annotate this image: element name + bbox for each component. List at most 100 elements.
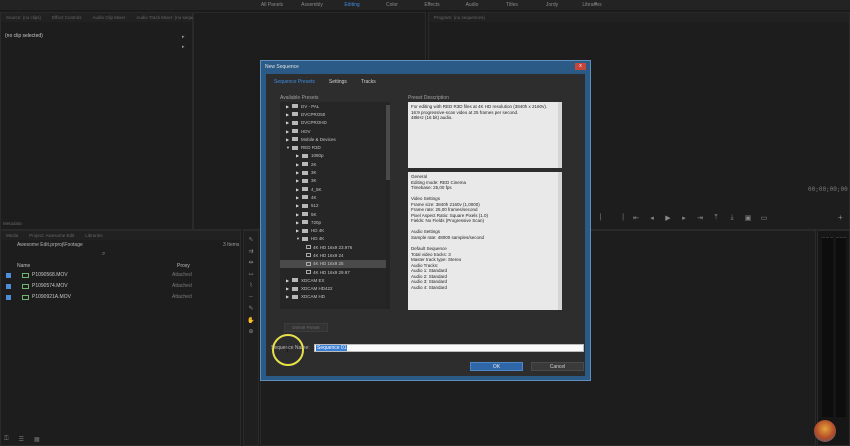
list-view-icon[interactable]: ☰ — [19, 436, 24, 446]
preset-folder[interactable]: ▶ DV - PAL — [280, 102, 386, 110]
folder-icon — [302, 220, 308, 225]
workspace-tab-editing[interactable]: Editing — [332, 2, 372, 8]
ok-button[interactable]: OK — [470, 362, 523, 371]
lock-icon[interactable]: ⚿ — [4, 436, 9, 446]
tab-tracks[interactable]: Tracks — [358, 78, 379, 86]
preset-folder[interactable]: ▼ RED R3D — [280, 143, 386, 151]
workspace-tab-titles[interactable]: Titles — [492, 2, 532, 8]
preset-item[interactable]: 4K HD 16x9 29.97 — [280, 268, 386, 276]
workspace-tab-libraries[interactable]: Libraries — [572, 2, 612, 8]
preset-label: 4_5K — [311, 186, 322, 192]
lift-icon[interactable]: ⤒ — [712, 214, 720, 222]
go-to-out-icon[interactable]: ⇥ — [696, 214, 704, 222]
selection-tool-icon[interactable]: ⇖ — [247, 236, 255, 243]
list-item[interactable]: P1090921A.MOV Attached — [6, 292, 236, 302]
preset-folder[interactable]: ▶ 4K — [280, 193, 386, 201]
workspace-tab-jordy[interactable]: Jordy — [532, 2, 572, 8]
source-panel-tab[interactable]: Audio Clip Mixer — [87, 13, 131, 22]
label-color-swatch[interactable] — [6, 294, 11, 300]
mark-out-icon[interactable]: ⎹ — [616, 214, 624, 222]
tab-sequence-presets[interactable]: Sequence Presets — [271, 78, 318, 86]
preset-folder[interactable]: ▶ 2K — [280, 160, 386, 168]
dialog-tabs: Sequence Presets Settings Tracks — [271, 78, 379, 86]
preset-folder[interactable]: ▶ XDCAM EX — [280, 276, 386, 284]
metadata-tab[interactable]: Metadata — [3, 221, 22, 226]
preset-folder[interactable]: ▼ HD 4K — [280, 235, 386, 243]
step-back-icon[interactable]: ◂ — [648, 214, 656, 222]
go-to-in-icon[interactable]: ⇤ — [632, 214, 640, 222]
source-panel-tab[interactable]: Source: (no clips) — [1, 13, 47, 22]
ripple-edit-icon[interactable]: ⇹ — [247, 259, 255, 266]
preset-label: 2K — [311, 161, 317, 167]
zoom-tool-icon[interactable]: ⊕ — [247, 328, 255, 335]
workspace-tab-all-panels[interactable]: All Panels — [252, 2, 292, 8]
preset-folder[interactable]: ▶ DVCPROHD — [280, 119, 386, 127]
expand-icon[interactable]: ▸ — [182, 34, 185, 40]
preset-folder[interactable]: ▶ Mobile & Devices — [280, 135, 386, 143]
cancel-button[interactable]: Cancel — [531, 362, 584, 371]
preset-folder[interactable]: ▶ 3K — [280, 177, 386, 185]
step-forward-icon[interactable]: ▸ — [680, 214, 688, 222]
search-icon[interactable]: ⌕ — [102, 251, 105, 258]
play-icon[interactable]: ▶ — [664, 214, 672, 222]
button-editor-plus-icon[interactable]: + — [838, 213, 843, 222]
label-color-swatch[interactable] — [6, 272, 11, 278]
preset-tree[interactable]: ▶ DV - PAL ▶ DVCPRO50 ▶ DVCPROHD ▶ HDV ▶ Mobile &… — [280, 102, 386, 309]
comment-icon[interactable]: ▭ — [760, 214, 768, 222]
workspace-tab-effects[interactable]: Effects — [412, 2, 452, 8]
pen-tool-icon[interactable]: ✎ — [247, 305, 255, 312]
tree-scrollbar-thumb[interactable] — [386, 105, 390, 180]
source-panel-tabs: Source: (no clips) Effect Controls Audio C… — [1, 13, 206, 22]
tab-settings[interactable]: Settings — [326, 78, 350, 86]
extract-icon[interactable]: ⤓ — [728, 214, 736, 222]
icon-view-icon[interactable]: ▦ — [34, 436, 40, 446]
preset-folder[interactable]: ▶ 4_5K — [280, 185, 386, 193]
preset-folder[interactable]: ▶ 512 — [280, 202, 386, 210]
hand-tool-icon[interactable]: ✋ — [247, 317, 255, 324]
program-tabs: Program: (no sequences) — [429, 13, 849, 22]
workspace-tab-audio[interactable]: Audio — [452, 2, 492, 8]
preset-folder[interactable]: ▶ 1080p — [280, 152, 386, 160]
razor-tool-icon[interactable]: ⌇ — [247, 282, 255, 289]
workspace-tab-assembly[interactable]: Assembly — [292, 2, 332, 8]
preset-folder[interactable]: ▶ HDV — [280, 127, 386, 135]
details-scrollbar[interactable] — [558, 172, 562, 310]
close-icon[interactable]: x — [575, 63, 586, 70]
preset-folder[interactable]: ▶ DVCPRO50 — [280, 110, 386, 118]
tree-scrollbar[interactable] — [386, 102, 390, 309]
column-header-proxy[interactable]: Proxy — [177, 263, 190, 269]
expand-icon[interactable]: ▸ — [182, 44, 185, 50]
column-header-name[interactable]: Name — [17, 263, 30, 269]
preset-label: 4K HD 16x9 23.976 — [313, 244, 353, 250]
preset-description-label: Preset Description — [408, 95, 449, 101]
track-select-icon[interactable]: ⇉ — [247, 248, 255, 255]
preset-folder[interactable]: ▶ 3K — [280, 168, 386, 176]
preset-item[interactable]: 4K HD 16x9 25 — [280, 259, 386, 268]
label-color-swatch[interactable] — [6, 283, 11, 289]
preset-folder[interactable]: ▶ 5K — [280, 210, 386, 218]
preset-item[interactable]: 4K HD 16x9 23.976 — [280, 243, 386, 251]
export-frame-icon[interactable]: ▣ — [744, 214, 752, 222]
preset-folder[interactable]: ▶ HD 4K — [280, 226, 386, 234]
source-panel-tab[interactable]: Effect Controls — [47, 13, 87, 22]
preset-folder[interactable]: ▶ XDCAM HD — [280, 293, 386, 301]
preset-item[interactable]: 4K HD 16x9 24 — [280, 251, 386, 259]
project-panel-tab[interactable]: Libraries — [80, 231, 108, 240]
list-item[interactable]: P1090568.MOV Attached — [6, 270, 236, 280]
mark-in-icon[interactable]: ⎸ — [600, 214, 608, 222]
program-timecode[interactable]: 00;00;00;00 — [808, 186, 848, 193]
project-panel-tab[interactable]: Project: Awesome Edit — [24, 231, 80, 240]
delete-preset-button[interactable]: Delete Preset — [284, 323, 328, 332]
description-scrollbar[interactable] — [558, 102, 562, 168]
preset-folder[interactable]: ▶ XDCAM HD422 — [280, 285, 386, 293]
list-item[interactable]: P1090574.MOV Attached — [6, 281, 236, 291]
preset-folder[interactable]: ▶ 720p — [280, 218, 386, 226]
tab-program[interactable]: Program: (no sequences) — [429, 13, 491, 22]
workspace-overflow-button[interactable]: » — [594, 1, 597, 7]
slip-tool-icon[interactable]: ⇔ — [247, 294, 255, 300]
workspace-tab-color[interactable]: Color — [372, 2, 412, 8]
project-panel-tab[interactable]: Media — [1, 231, 24, 240]
rolling-edit-icon[interactable]: ⇿ — [247, 271, 255, 278]
preset-label: HD 4K — [311, 228, 325, 234]
sequence-name-input[interactable]: Sequence 01 — [314, 344, 584, 352]
